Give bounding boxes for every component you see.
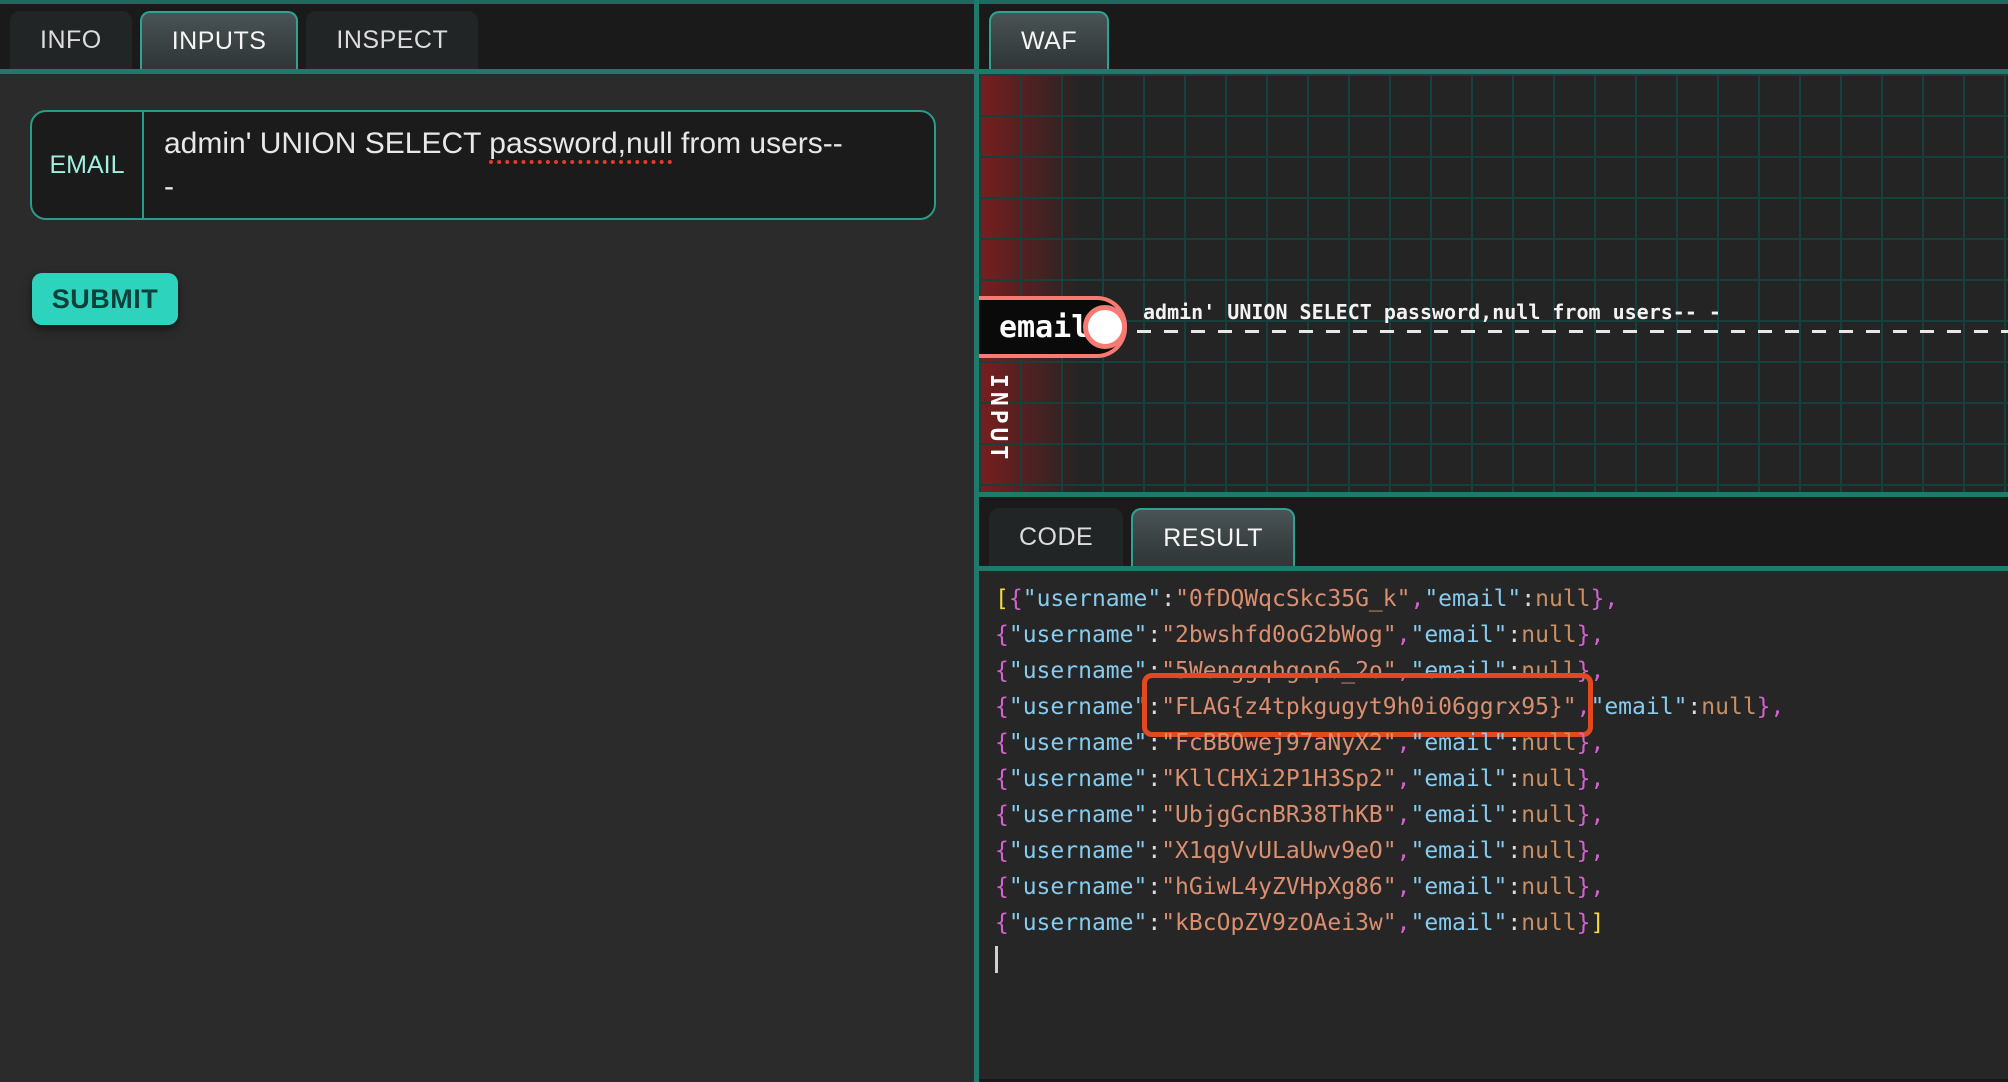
result-json-line: {"username":"FLAG{z4tpkgugyt9h0i06ggrx95… [995,689,2008,725]
text-cursor [995,946,998,973]
tab-info[interactable]: INFO [10,11,132,69]
email-field[interactable]: EMAIL admin' UNION SELECT password,null … [30,110,936,220]
inputs-tab-content: EMAIL admin' UNION SELECT password,null … [0,74,974,1082]
input-axis-label: INPUT [985,374,1011,463]
left-tabbar: INFOINPUTSINSPECT [0,0,974,74]
tab-inspect[interactable]: INSPECT [306,11,478,69]
email-input-line1: admin' UNION SELECT password,null from u… [164,122,914,165]
submit-button[interactable]: SUBMIT [32,273,178,325]
request-panel: INFOINPUTSINSPECT EMAIL admin' UNION SEL… [0,0,974,1082]
result-output: [{"username":"0fDQWqcSkc35G_k","email":n… [979,571,2008,1079]
tab-inputs[interactable]: INPUTS [140,11,299,69]
email-field-label: EMAIL [32,112,144,218]
spellcheck-underline: password,null [489,127,672,160]
result-json-line: {"username":"KllCHXi2P1H3Sp2","email":nu… [995,761,2008,797]
tab-result[interactable]: RESULT [1131,508,1295,566]
result-json-line: {"username":"X1qgVvULaUwv9eO","email":nu… [995,833,2008,869]
waf-panel: WAF email admin' UNION SELECT password,n… [979,0,2008,1082]
result-json-line: {"username":"kBcOpZV9zOAei3w","email":nu… [995,905,2008,941]
result-json-line: {"username":"FcBBOwej97aNyX2","email":nu… [995,725,2008,761]
email-input[interactable]: admin' UNION SELECT password,null from u… [144,112,934,218]
email-input-line2: - [164,165,914,208]
result-json-line: [{"username":"0fDQWqcSkc35G_k","email":n… [995,581,2008,617]
result-tabbar: CODERESULT [979,497,2008,571]
waf-tabbar: WAF [979,0,2008,74]
waf-flow-diagram: email admin' UNION SELECT password,null … [979,74,2008,497]
result-json-line: {"username":"UbjgGcnBR38ThKB","email":nu… [995,797,2008,833]
tab-code[interactable]: CODE [989,508,1123,566]
payload-text: admin' UNION SELECT password,null from u… [1143,300,2008,324]
result-json-line: {"username":"2bwshfd0oG2bWog","email":nu… [995,617,2008,653]
connector-node [1083,305,1127,349]
result-json-line: {"username":"5Wenggqhgop6_2o","email":nu… [995,653,2008,689]
flow-dashed-line [1137,330,2008,333]
tab-waf[interactable]: WAF [989,11,1109,69]
result-json-line: {"username":"hGiwL4yZVHpXg86","email":nu… [995,869,2008,905]
